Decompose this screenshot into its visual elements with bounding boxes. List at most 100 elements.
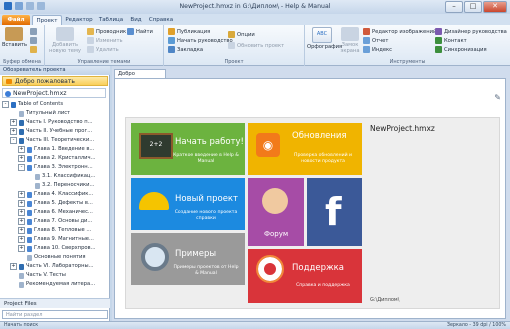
project-explorer: Обозреватель проекта Добро пожаловать Ne… [0, 66, 110, 321]
tree-item[interactable]: + Глава 2. Кристаллич... [18, 154, 108, 163]
lock-screen-button[interactable]: Замок экрана [339, 27, 361, 54]
collapse-icon[interactable]: - [18, 164, 25, 171]
collapse-icon[interactable]: - [2, 101, 9, 108]
explorer-button[interactable]: Проводник [87, 28, 126, 35]
contact-button[interactable]: Контакт [435, 37, 467, 44]
toc-tree: - Table of Contents Титульный лист + Часть I… [0, 100, 110, 296]
undo-icon[interactable] [26, 2, 34, 10]
image-editor-button[interactable]: Редактор изображений [363, 28, 436, 35]
publish-button[interactable]: Публикация [168, 28, 210, 35]
wrench-icon[interactable]: ✎ [494, 93, 501, 102]
tree-item[interactable]: - Часть III. Теоретически... [10, 136, 108, 145]
bookmark-button[interactable]: Закладка [168, 46, 203, 53]
minimize-button[interactable]: – [445, 1, 463, 13]
expand-icon[interactable]: + [18, 155, 25, 162]
redo-icon[interactable] [37, 2, 45, 10]
expand-icon[interactable]: + [18, 218, 25, 225]
tile-get-started-desc: Краткое введение в Help & Manual [173, 153, 239, 164]
report-button[interactable]: Отчет [363, 37, 388, 44]
project-node[interactable]: NewProject.hmxz [2, 88, 106, 98]
sync-button[interactable]: Синхронизация [435, 46, 487, 53]
expand-icon[interactable]: + [18, 146, 25, 153]
chapter-icon [27, 155, 32, 162]
expand-icon[interactable]: + [18, 227, 25, 234]
tab-welcome[interactable]: Добро пожаловать [114, 69, 166, 85]
copy-icon[interactable] [30, 37, 37, 44]
tile-facebook[interactable]: f [307, 178, 362, 246]
expand-icon[interactable]: + [18, 209, 25, 216]
expand-icon[interactable]: + [10, 128, 17, 135]
tools-group: ABC Орфография Замок экрана Редактор изо… [305, 25, 510, 66]
tab-help[interactable]: Справка [147, 15, 175, 25]
expand-icon[interactable]: + [18, 200, 25, 207]
cut-icon[interactable] [30, 28, 37, 35]
index-button[interactable]: Индекс [363, 46, 392, 53]
tree-item[interactable]: Основные понятия [18, 253, 108, 262]
options-button[interactable]: Опции [228, 31, 255, 38]
expand-icon[interactable]: + [18, 191, 25, 198]
save-icon[interactable] [15, 2, 23, 10]
tree-item[interactable]: + Глава 6. Механичес... [18, 208, 108, 217]
book-icon [19, 119, 24, 126]
tab-view[interactable]: Вид [128, 15, 144, 25]
tile-new-project[interactable]: Новый проект Создание нового проекта спр… [131, 178, 245, 230]
expand-icon[interactable]: + [10, 119, 17, 126]
paste-button[interactable]: Вставить [2, 27, 27, 48]
add-topic-button[interactable]: Добавить новую тему [47, 27, 83, 54]
tile-get-started[interactable]: 2+2 Начать работу! Краткое введение в He… [131, 123, 245, 175]
format-painter-icon[interactable] [30, 46, 37, 53]
page-icon [35, 182, 40, 189]
page-icon [27, 254, 32, 261]
delete-button[interactable]: Удалить [87, 46, 119, 53]
project-group: Публикация Начать руководство Закладка О… [164, 25, 305, 66]
tree-item[interactable]: + Глава 9. Магнитные... [18, 235, 108, 244]
tree-item[interactable]: + Часть II. Учебные прог... [10, 127, 108, 136]
expand-icon[interactable]: + [18, 236, 25, 243]
tree-item[interactable]: + Глава 7. Основы ди... [18, 217, 108, 226]
app-logo-icon[interactable] [4, 2, 12, 10]
find-button[interactable]: Найти [127, 28, 153, 35]
tab-editor[interactable]: Редактор [64, 15, 94, 25]
tree-item[interactable]: Титульный лист [10, 109, 108, 118]
index-icon [363, 46, 370, 53]
expand-icon[interactable]: + [18, 245, 25, 252]
update-project-button[interactable]: Обновить проект [228, 42, 284, 49]
collapse-icon[interactable]: - [10, 137, 17, 144]
tree-item[interactable]: + Глава 5. Дефекты в... [18, 199, 108, 208]
project-files-node[interactable]: Project Files [0, 298, 110, 308]
expand-icon[interactable]: + [10, 263, 17, 270]
change-label: Изменить [96, 37, 123, 44]
tree-item[interactable]: 3.2. Переносчики... [26, 181, 108, 190]
tree-item[interactable]: + Глава 10. Сверхпров... [18, 244, 108, 253]
tree-item[interactable]: + Глава 4. Классифик... [18, 190, 108, 199]
tile-support[interactable]: Поддержка Справка и поддержка [248, 249, 362, 303]
guide-designer-button[interactable]: Дизайнер руководства [435, 28, 507, 35]
welcome-project-name[interactable]: NewProject.hmxz [370, 124, 435, 133]
tree-item[interactable]: + Глава 1. Введение в... [18, 145, 108, 154]
book-icon [19, 137, 24, 144]
spelling-button[interactable]: ABC Орфография [307, 27, 342, 50]
tree-item[interactable]: + Часть I. Руководство п... [10, 118, 108, 127]
contact-label: Контакт [444, 37, 467, 44]
change-button[interactable]: Изменить [87, 37, 123, 44]
project-node-label: NewProject.hmxz [13, 90, 67, 97]
close-button[interactable]: ✕ [483, 1, 507, 13]
tile-updates[interactable]: ◉ Обновления Проверка обновлений и новос… [248, 123, 362, 175]
maximize-button[interactable]: □ [464, 1, 482, 13]
tree-item[interactable]: + Глава 8. Тепловые ... [18, 226, 108, 235]
tree-item[interactable]: Часть V. Тесты [10, 271, 108, 280]
welcome-item[interactable]: Добро пожаловать [2, 76, 108, 86]
tree-item[interactable]: - Глава 3. Электронн... [18, 163, 108, 172]
tab-file[interactable]: Файл [2, 15, 30, 25]
tile-examples[interactable]: Примеры Примеры проектов от Help & Manua… [131, 233, 245, 285]
start-guide-button[interactable]: Начать руководство [168, 37, 233, 44]
chapter-icon [27, 236, 32, 243]
tree-item[interactable]: 3.1. Классификац... [26, 172, 108, 181]
tree-item[interactable]: - Table of Contents [2, 100, 108, 109]
tree-item[interactable]: Рекомендуемая литера... [10, 280, 108, 289]
search-topic-input[interactable]: Найти раздел [2, 310, 108, 319]
tab-table[interactable]: Таблица [96, 15, 126, 25]
chapter-icon [27, 209, 32, 216]
tree-item[interactable]: + Часть VI. Лабораторны... [10, 262, 108, 271]
tile-forum[interactable]: Форум [248, 178, 304, 246]
